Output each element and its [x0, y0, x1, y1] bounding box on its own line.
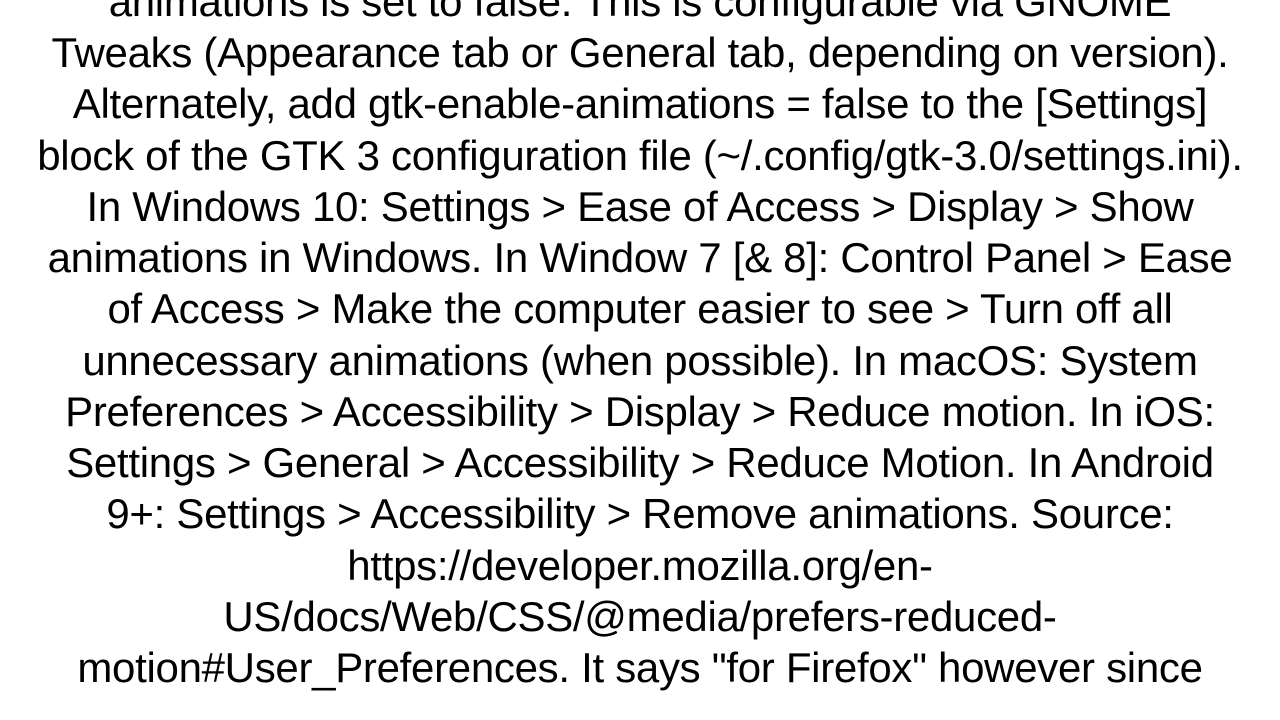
document-body-text: animations is set to false. This is conf… — [20, 0, 1260, 693]
